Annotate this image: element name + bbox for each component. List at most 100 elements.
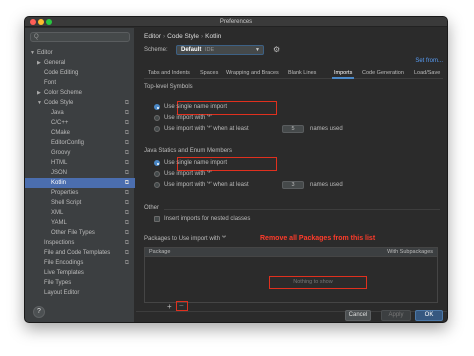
annotation-text: Remove all Packages from this list <box>260 235 376 242</box>
sidebar-item-label: Inspections <box>44 240 75 246</box>
remove-package-button[interactable]: − <box>179 302 184 310</box>
radio-icon[interactable] <box>154 115 160 121</box>
chevron-down-icon[interactable]: ▼ <box>37 98 44 108</box>
sidebar-item-label: Code Style <box>44 100 74 106</box>
radio-label: Use import with '*' <box>164 115 212 121</box>
sidebar-item-xml[interactable]: XML ⧉ <box>25 208 135 218</box>
scheme-dropdown[interactable]: Default IDE ▼ <box>176 45 264 55</box>
tab-tabs-and-indents[interactable]: Tabs and Indents <box>148 70 190 76</box>
project-settings-icon: ⧉ <box>124 110 129 116</box>
settings-sidebar: Q ▼ Editor ▶ General Code Editing Font ▶ Co… <box>25 28 135 322</box>
sidebar-item-editor[interactable]: ▼ Editor <box>25 48 135 58</box>
radio-icon[interactable] <box>154 171 160 177</box>
java-statics-import-star-radio[interactable]: Use import with '*' <box>154 170 354 179</box>
apply-button[interactable]: Apply <box>381 310 411 321</box>
gear-icon[interactable]: ⚙ <box>273 45 280 54</box>
sidebar-item-label: Code Editing <box>44 70 79 76</box>
tab-spaces[interactable]: Spaces <box>200 70 218 76</box>
project-settings-icon: ⧉ <box>124 120 129 126</box>
sidebar-item-label: Kotlin <box>51 180 67 186</box>
sidebar-item-font[interactable]: Font <box>25 78 135 88</box>
sidebar-item-file-and-code-templates[interactable]: File and Code Templates ⧉ <box>25 248 135 258</box>
divider <box>164 209 440 210</box>
top-level-symbols-title: Top-level Symbols <box>144 84 193 90</box>
tab-load-save[interactable]: Load/Save <box>414 70 440 76</box>
radio-label: Use import with '*' when at least <box>164 126 249 132</box>
chevron-right-icon[interactable]: ▶ <box>37 58 44 68</box>
radio-icon[interactable] <box>154 126 160 132</box>
sidebar-item-groovy[interactable]: Groovy ⧉ <box>25 148 135 158</box>
cancel-button[interactable]: Cancel <box>345 310 371 321</box>
top-level-count-input[interactable]: 5 <box>282 125 304 133</box>
breadcrumb: Editor › Code Style › Kotlin <box>144 33 221 40</box>
sidebar-item-label: EditorConfig <box>51 140 85 146</box>
active-tab-indicator <box>332 77 354 79</box>
top-level-import-star-radio[interactable]: Use import with '*' <box>154 114 354 123</box>
tab-bar: Tabs and Indents Spaces Wrapping and Bra… <box>144 68 443 79</box>
sidebar-item-c-cpp[interactable]: C/C++ ⧉ <box>25 118 135 128</box>
nested-classes-checkbox[interactable]: Insert imports for nested classes <box>154 215 354 224</box>
project-settings-icon: ⧉ <box>124 230 129 236</box>
add-package-button[interactable]: + <box>167 303 172 311</box>
sidebar-item-label: C/C++ <box>51 120 69 126</box>
window-title: Preferences <box>219 19 253 25</box>
sidebar-item-other-file-types[interactable]: Other File Types ⧉ <box>25 228 135 238</box>
radio-icon[interactable] <box>154 182 160 188</box>
set-from-link[interactable]: Set from... <box>415 58 443 64</box>
chevron-right-icon[interactable]: ▶ <box>37 88 44 98</box>
java-statics-count-input[interactable]: 3 <box>282 181 304 189</box>
java-statics-import-star-threshold-radio[interactable]: Use import with '*' when at least 3 name… <box>154 181 354 190</box>
sidebar-item-label: Color Scheme <box>44 90 83 96</box>
sidebar-item-properties[interactable]: Properties ⧉ <box>25 188 135 198</box>
radio-selected-icon[interactable] <box>154 160 160 166</box>
sidebar-item-file-encodings[interactable]: File Encodings ⧉ <box>25 258 135 268</box>
radio-selected-icon[interactable] <box>154 104 160 110</box>
sidebar-item-code-style[interactable]: ▼ Code Style ⧉ <box>25 98 135 108</box>
sidebar-item-label: CMake <box>51 130 71 136</box>
sidebar-item-layout-editor[interactable]: Layout Editor <box>25 288 135 298</box>
sidebar-item-general[interactable]: ▶ General <box>25 58 135 68</box>
sidebar-item-color-scheme[interactable]: ▶ Color Scheme <box>25 88 135 98</box>
column-package[interactable]: Package <box>149 249 170 255</box>
sidebar-item-shell-script[interactable]: Shell Script ⧉ <box>25 198 135 208</box>
names-used-label: names used <box>310 126 343 132</box>
scheme-suffix: IDE <box>205 47 215 53</box>
project-settings-icon: ⧉ <box>124 210 129 216</box>
radio-label: Use import with '*' <box>164 171 212 177</box>
help-button[interactable]: ? <box>33 306 45 318</box>
settings-search-input[interactable]: Q <box>30 32 130 42</box>
column-with-subpackages[interactable]: With Subpackages <box>387 249 433 255</box>
ok-button[interactable]: OK <box>415 310 443 321</box>
tab-imports[interactable]: Imports <box>334 70 352 76</box>
preferences-window: Preferences Q ▼ Editor ▶ General Code Edit… <box>24 16 448 323</box>
java-statics-title: Java Statics and Enum Members <box>144 148 233 154</box>
java-statics-single-name-radio[interactable]: Use single name import <box>154 159 354 168</box>
sidebar-item-cmake[interactable]: CMake ⧉ <box>25 128 135 138</box>
scheme-value: Default <box>181 47 202 53</box>
top-level-import-star-threshold-radio[interactable]: Use import with '*' when at least 5 name… <box>154 125 354 134</box>
sidebar-item-code-editing[interactable]: Code Editing <box>25 68 135 78</box>
sidebar-item-kotlin[interactable]: Kotlin ⧉ <box>25 178 135 188</box>
sidebar-item-json[interactable]: JSON ⧉ <box>25 168 135 178</box>
sidebar-item-live-templates[interactable]: Live Templates <box>25 268 135 278</box>
top-level-single-name-radio[interactable]: Use single name import <box>154 103 354 112</box>
tab-blank-lines[interactable]: Blank Lines <box>288 70 316 76</box>
sidebar-item-editorconfig[interactable]: EditorConfig ⧉ <box>25 138 135 148</box>
project-settings-icon: ⧉ <box>124 140 129 146</box>
scheme-row: Scheme: Default IDE ▼ ⚙ <box>144 45 444 55</box>
chevron-down-icon[interactable]: ▼ <box>30 48 37 58</box>
packages-table[interactable]: Package With Subpackages Nothing to show <box>144 247 438 303</box>
sidebar-item-html[interactable]: HTML ⧉ <box>25 158 135 168</box>
sidebar-item-file-types[interactable]: File Types <box>25 278 135 288</box>
tab-wrapping-and-braces[interactable]: Wrapping and Braces <box>226 70 279 76</box>
tab-code-generation[interactable]: Code Generation <box>362 70 404 76</box>
project-settings-icon: ⧉ <box>124 150 129 156</box>
sidebar-item-java[interactable]: Java ⧉ <box>25 108 135 118</box>
project-settings-icon: ⧉ <box>124 250 129 256</box>
sidebar-item-label: Groovy <box>51 150 71 156</box>
sidebar-item-yaml[interactable]: YAML ⧉ <box>25 218 135 228</box>
sidebar-item-inspections[interactable]: Inspections ⧉ <box>25 238 135 248</box>
scheme-label: Scheme: <box>144 47 168 53</box>
checkbox-icon[interactable] <box>154 216 160 222</box>
breadcrumb-code-style: Code Style <box>167 33 199 40</box>
